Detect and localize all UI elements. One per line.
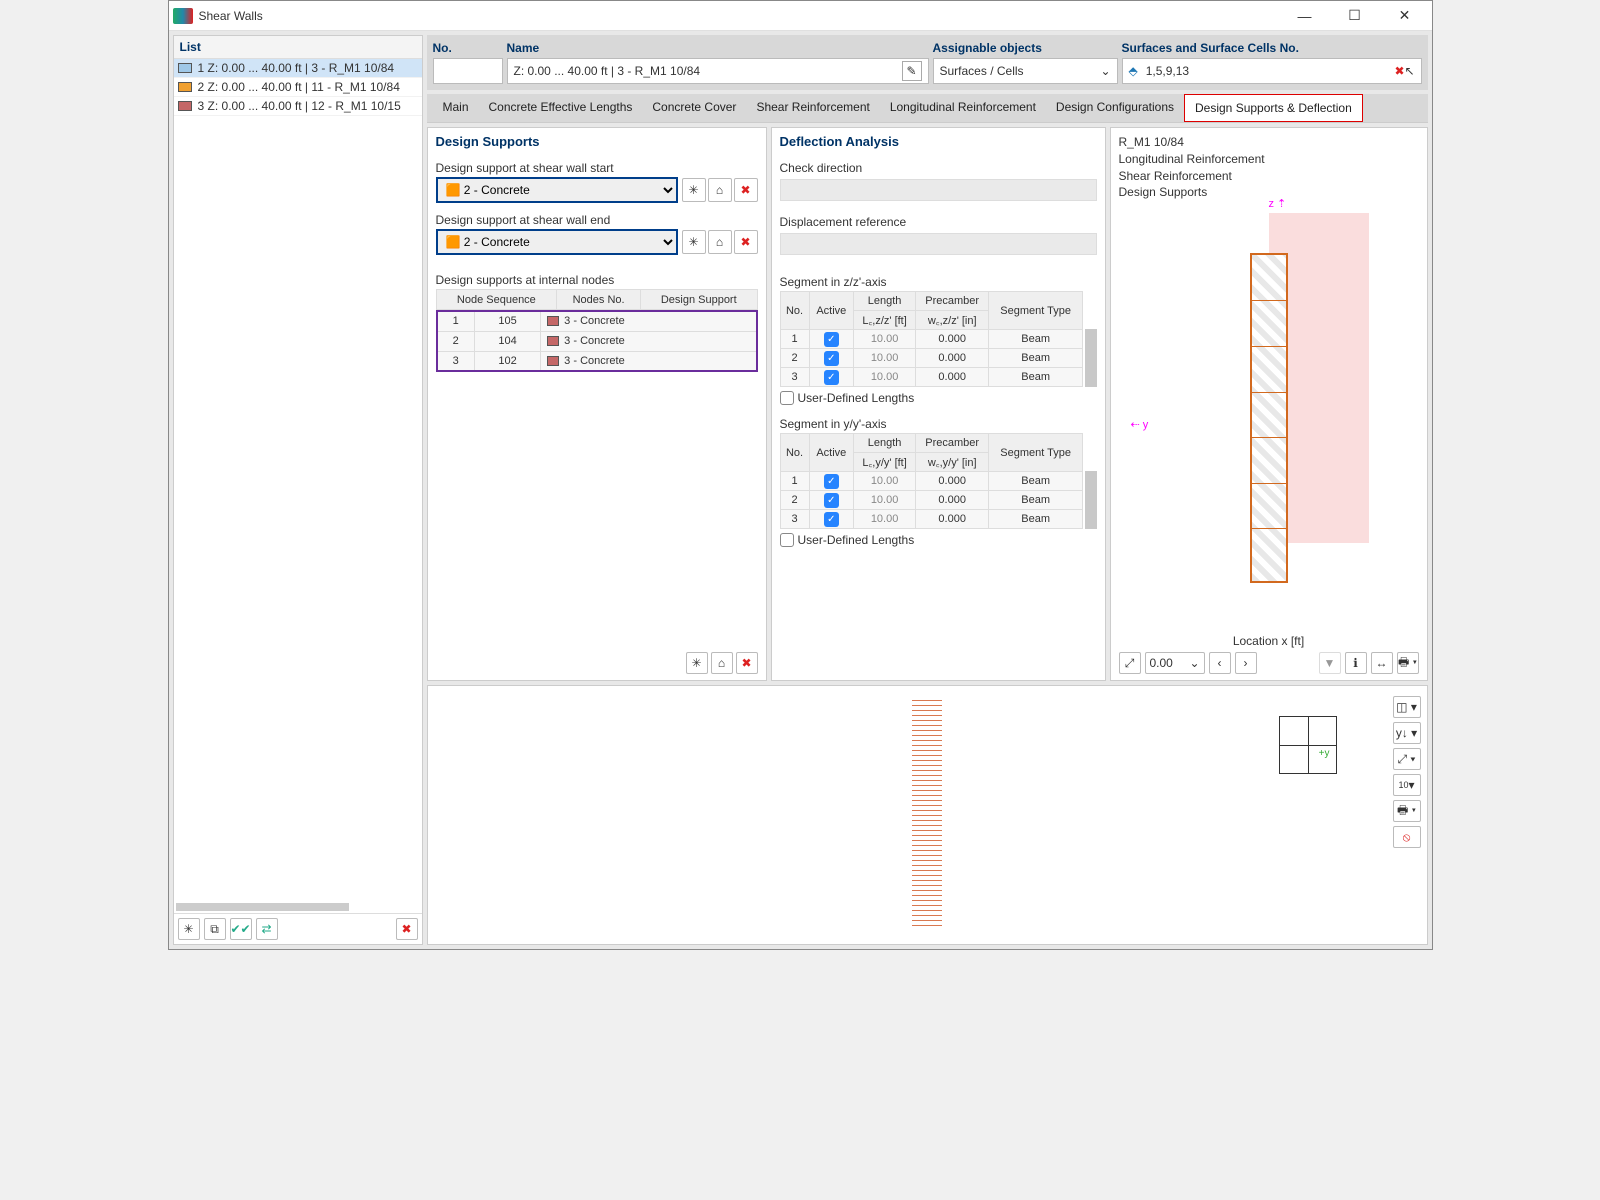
deflection-title: Deflection Analysis: [780, 134, 1097, 149]
axis-grid-icon: +y: [1279, 716, 1337, 774]
list-header: List: [174, 36, 422, 59]
color-swatch-icon: [178, 63, 192, 73]
location-stepper[interactable]: 0.00 ⌄: [1145, 652, 1205, 674]
ds-end-label: Design support at shear wall end: [436, 213, 758, 227]
view-cube-icon[interactable]: ◫ ▾: [1393, 696, 1421, 718]
zoom-extents-icon[interactable]: ⤢ ▾: [1393, 748, 1421, 770]
color-swatch-icon: [178, 101, 192, 111]
udl-checkbox[interactable]: [780, 391, 794, 405]
library-icon[interactable]: ⌂: [708, 230, 732, 254]
location-label: Location x [ft]: [1119, 634, 1419, 648]
check-button[interactable]: ✔✔: [230, 918, 252, 940]
axis-y-icon[interactable]: y↓ ▾: [1393, 722, 1421, 744]
close-button[interactable]: ✕: [1390, 4, 1420, 28]
print-icon[interactable]: 🖶 ▾: [1397, 652, 1419, 674]
info-icon[interactable]: ℹ: [1345, 652, 1367, 674]
new-icon[interactable]: ✳: [686, 652, 708, 674]
no-input[interactable]: [433, 58, 503, 84]
assignable-objects-label: Assignable objects: [933, 41, 1118, 55]
clear-view-icon[interactable]: ⦸: [1393, 826, 1421, 848]
checkbox-icon[interactable]: ✓: [824, 493, 839, 508]
assignable-objects-select[interactable]: Surfaces / Cells ⌄: [933, 58, 1118, 84]
tab-main[interactable]: Main: [433, 94, 479, 122]
tab-design-configurations[interactable]: Design Configurations: [1046, 94, 1184, 122]
wall-mesh: [912, 696, 942, 926]
color-swatch-icon: [547, 356, 559, 366]
checkbox-icon[interactable]: ✓: [824, 332, 839, 347]
new-button[interactable]: ✳: [178, 918, 200, 940]
window-title: Shear Walls: [199, 9, 1290, 23]
disp-ref-label: Displacement reference: [780, 215, 1097, 229]
check-direction-field: [780, 179, 1097, 201]
tab-longitudinal-reinforcement[interactable]: Longitudinal Reinforcement: [880, 94, 1046, 122]
ds-start-select[interactable]: 🟧 2 - Concrete: [436, 177, 678, 203]
tabs: Main Concrete Effective Lengths Concrete…: [427, 94, 1428, 123]
list-item[interactable]: 1 Z: 0.00 ... 40.00 ft | 3 - R_M1 10/84: [174, 59, 422, 78]
tab-shear-reinforcement[interactable]: Shear Reinforcement: [746, 94, 879, 122]
model-viewer[interactable]: +y ◫ ▾ y↓ ▾ ⤢ ▾ 10 ▾ 🖶 ▾ ⦸: [427, 685, 1428, 945]
copy-button[interactable]: ⧉: [204, 918, 226, 940]
internal-nodes-table[interactable]: 11053 - Concrete 21043 - Concrete 31023 …: [436, 310, 758, 372]
segment-y-label: Segment in y/y'-axis: [780, 417, 1097, 431]
clear-icon[interactable]: ✖: [734, 230, 758, 254]
checkbox-icon[interactable]: ✓: [824, 370, 839, 385]
surfaces-label: Surfaces and Surface Cells No.: [1122, 41, 1422, 55]
checkbox-icon[interactable]: ✓: [824, 351, 839, 366]
filter-icon[interactable]: ▼: [1319, 652, 1341, 674]
scrollbar[interactable]: [1085, 329, 1096, 387]
checkbox-icon[interactable]: ✓: [824, 474, 839, 489]
segment-y-table[interactable]: No.ActiveLengthPrecamberSegment Type L꜀,…: [780, 433, 1084, 529]
check-direction-label: Check direction: [780, 161, 1097, 175]
surface-tag-icon: ⬘: [1129, 64, 1138, 78]
color-swatch-icon: [547, 316, 559, 326]
ds-end-select[interactable]: 🟧 2 - Concrete: [436, 229, 678, 255]
segment-z-label: Segment in z/z'-axis: [780, 275, 1097, 289]
scale-icon[interactable]: 10 ▾: [1393, 774, 1421, 796]
print-icon[interactable]: 🖶 ▾: [1393, 800, 1421, 822]
edit-icon[interactable]: ✎: [902, 61, 922, 81]
step-next-icon[interactable]: ›: [1235, 652, 1257, 674]
segment-z-table[interactable]: No.ActiveLengthPrecamberSegment Type L꜀,…: [780, 291, 1084, 387]
no-label: No.: [433, 41, 503, 55]
section-diagram: z ⇡ ⇠ y: [1119, 201, 1419, 634]
checkbox-icon[interactable]: ✓: [824, 512, 839, 527]
list-item[interactable]: 3 Z: 0.00 ... 40.00 ft | 12 - R_M1 10/15: [174, 97, 422, 116]
name-label: Name: [507, 41, 929, 55]
new-icon[interactable]: ✳: [682, 178, 706, 202]
pick-icon[interactable]: ✖↖: [1395, 61, 1415, 81]
step-prev-icon[interactable]: ‹: [1209, 652, 1231, 674]
tab-effective-lengths[interactable]: Concrete Effective Lengths: [479, 94, 643, 122]
minimize-button[interactable]: —: [1290, 4, 1320, 28]
scrollbar[interactable]: [176, 903, 350, 911]
preview-info: R_M1 10/84 Longitudinal Reinforcement Sh…: [1119, 134, 1419, 201]
chevron-down-icon: ⌄: [1100, 64, 1110, 78]
disp-ref-field: [780, 233, 1097, 255]
delete-button[interactable]: ✖: [396, 918, 418, 940]
maximize-button[interactable]: ☐: [1340, 4, 1370, 28]
toggle-button[interactable]: ⇄: [256, 918, 278, 940]
new-icon[interactable]: ✳: [682, 230, 706, 254]
list-items: 1 Z: 0.00 ... 40.00 ft | 3 - R_M1 10/84 …: [174, 59, 422, 901]
tab-concrete-cover[interactable]: Concrete Cover: [642, 94, 746, 122]
surfaces-input[interactable]: ⬘ 1,5,9,13 ✖↖: [1122, 58, 1422, 84]
name-input[interactable]: Z: 0.00 ... 40.00 ft | 3 - R_M1 10/84 ✎: [507, 58, 929, 84]
library-icon[interactable]: ⌂: [708, 178, 732, 202]
color-swatch-icon: [178, 82, 192, 92]
clear-icon[interactable]: ✖: [736, 652, 758, 674]
color-swatch-icon: [547, 336, 559, 346]
library-icon[interactable]: ⌂: [711, 652, 733, 674]
clear-icon[interactable]: ✖: [734, 178, 758, 202]
dimension-icon[interactable]: ↔: [1371, 652, 1393, 674]
design-supports-title: Design Supports: [436, 134, 758, 149]
tab-design-supports-deflection[interactable]: Design Supports & Deflection: [1184, 94, 1363, 122]
list-item[interactable]: 2 Z: 0.00 ... 40.00 ft | 11 - R_M1 10/84: [174, 78, 422, 97]
app-icon: [173, 8, 193, 24]
scrollbar[interactable]: [1085, 471, 1096, 529]
udl-checkbox[interactable]: [780, 533, 794, 547]
ds-start-label: Design support at shear wall start: [436, 161, 758, 175]
ds-internal-label: Design supports at internal nodes: [436, 273, 758, 287]
titlebar: Shear Walls — ☐ ✕: [169, 1, 1432, 31]
fit-icon[interactable]: ⤢: [1119, 652, 1141, 674]
